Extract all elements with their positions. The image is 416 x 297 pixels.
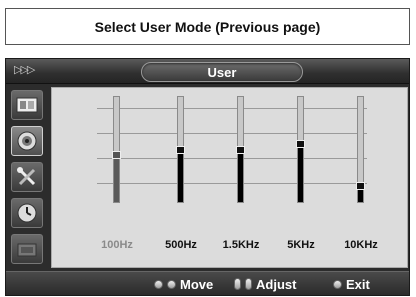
eq-thumb[interactable] bbox=[296, 140, 305, 148]
help-adjust-label: Adjust bbox=[256, 276, 297, 292]
help-move: Move bbox=[154, 276, 213, 292]
eq-label-100hz: 100Hz bbox=[101, 239, 133, 251]
eq-label-500hz: 500Hz bbox=[165, 239, 197, 251]
left-right-key-icon bbox=[154, 279, 163, 289]
osd-window: ▷▷▷ User 100Hz 500Hz 1.5KHz 5KHz 10KHz M… bbox=[5, 58, 410, 296]
eq-slider-10khz[interactable] bbox=[356, 96, 365, 203]
eq-fill bbox=[114, 155, 119, 202]
eq-label-10khz: 10KHz bbox=[344, 239, 378, 251]
eq-fill bbox=[298, 144, 303, 202]
eq-gridline bbox=[97, 183, 367, 184]
return-key-icon bbox=[333, 279, 342, 289]
eq-gridline bbox=[97, 158, 367, 159]
setup-icon[interactable] bbox=[11, 162, 43, 192]
up-down-key-icon bbox=[234, 278, 241, 290]
osd-title: User bbox=[141, 62, 303, 82]
help-move-label: Move bbox=[180, 276, 214, 292]
eq-label-5khz: 5KHz bbox=[287, 239, 315, 251]
picture-icon[interactable] bbox=[11, 90, 43, 120]
equalizer-panel: 100Hz 500Hz 1.5KHz 5KHz 10KHz bbox=[51, 87, 408, 268]
left-right-key-icon bbox=[167, 279, 176, 289]
eq-thumb[interactable] bbox=[356, 182, 365, 190]
help-adjust: Adjust bbox=[234, 276, 296, 292]
osd-title-bar: ▷▷▷ User bbox=[6, 59, 409, 84]
eq-label-1-5khz: 1.5KHz bbox=[222, 239, 260, 251]
eq-slider-500hz[interactable] bbox=[176, 96, 185, 203]
eq-thumb[interactable] bbox=[176, 146, 185, 154]
eq-fill bbox=[238, 149, 243, 202]
page-caption: Select User Mode (Previous page) bbox=[5, 8, 410, 45]
eq-thumb[interactable] bbox=[236, 146, 245, 154]
nav-arrows-icon: ▷▷▷ bbox=[14, 63, 35, 76]
help-exit-label: Exit bbox=[346, 276, 370, 292]
time-icon[interactable] bbox=[11, 198, 43, 228]
eq-slider-5khz[interactable] bbox=[296, 96, 305, 203]
eq-gridline bbox=[97, 133, 367, 134]
input-icon[interactable] bbox=[11, 234, 43, 264]
eq-gridline bbox=[97, 108, 367, 109]
eq-fill bbox=[178, 149, 183, 202]
up-down-key-icon bbox=[245, 278, 252, 290]
osd-help-bar: Move Adjust Exit bbox=[6, 271, 409, 295]
eq-thumb[interactable] bbox=[112, 151, 121, 159]
eq-slider-100hz[interactable] bbox=[112, 96, 121, 203]
help-exit: Exit bbox=[333, 276, 370, 292]
eq-slider-1-5khz[interactable] bbox=[236, 96, 245, 203]
sound-icon[interactable] bbox=[11, 126, 43, 156]
osd-sidebar bbox=[6, 84, 48, 268]
